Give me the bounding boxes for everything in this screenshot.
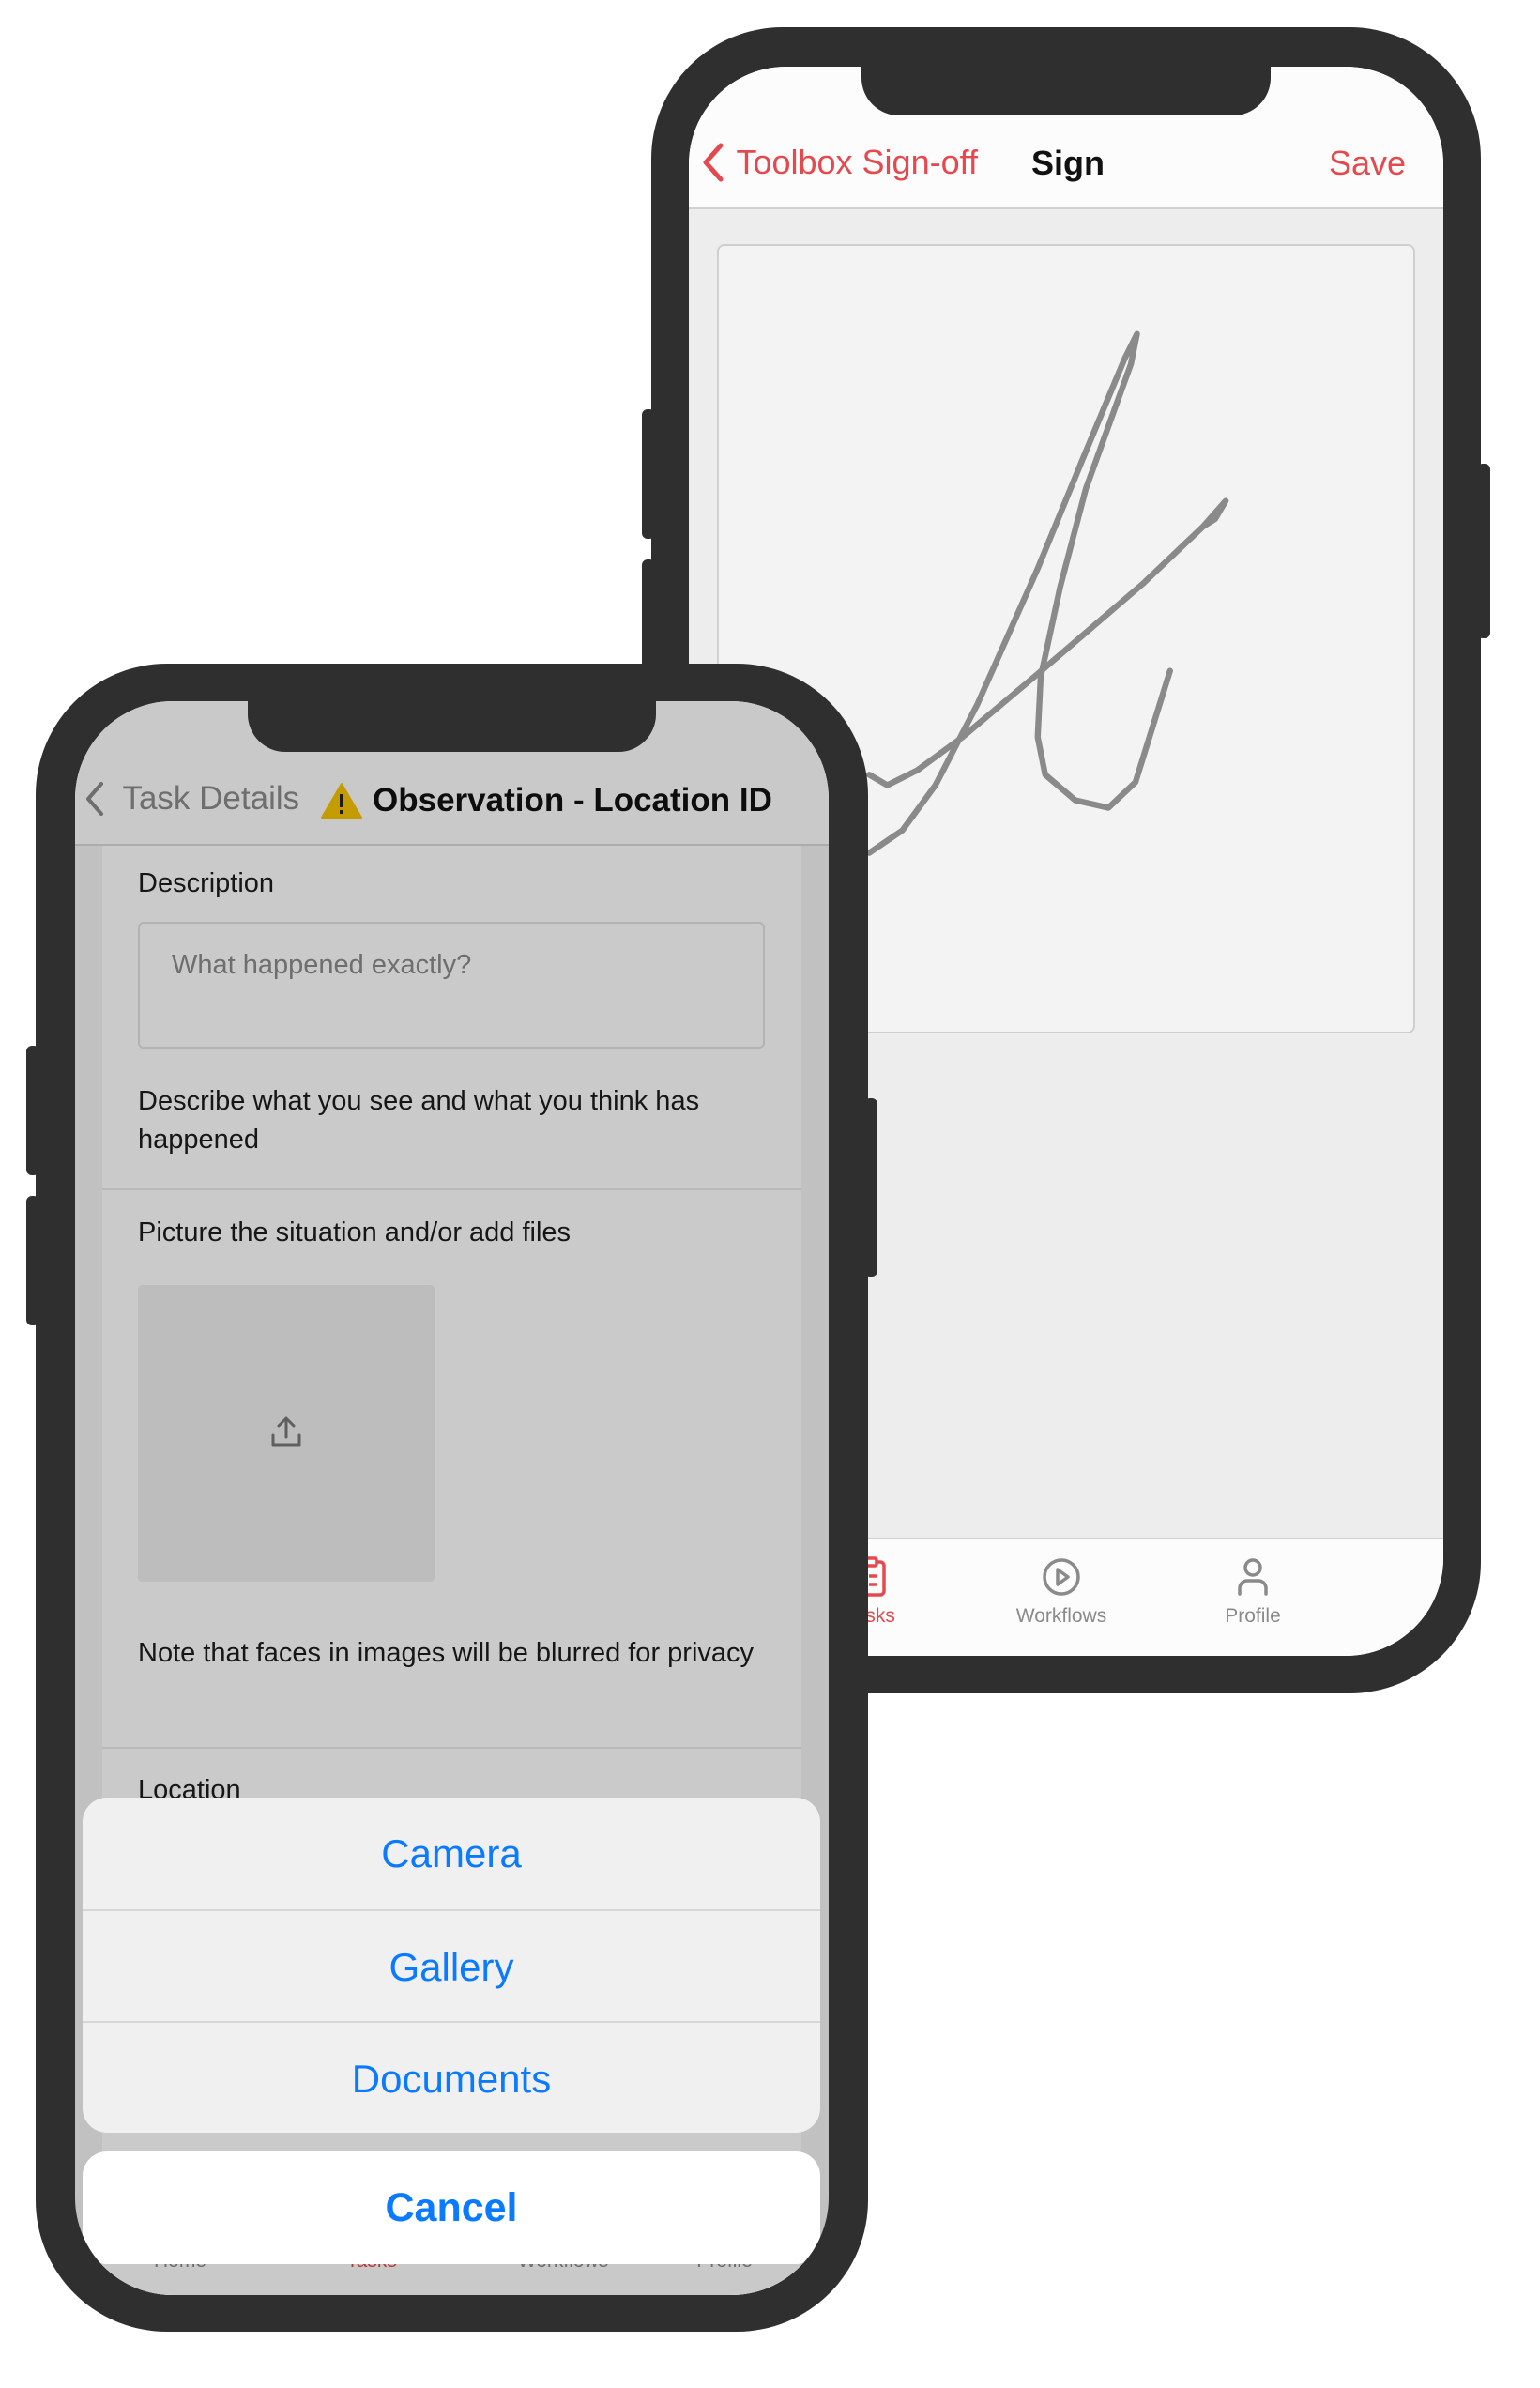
cancel-button[interactable]: Cancel <box>83 2151 820 2264</box>
documents-option[interactable]: Documents <box>83 2021 820 2133</box>
notch <box>248 695 656 752</box>
action-sheet: Camera Gallery Documents <box>83 1798 820 2133</box>
camera-option[interactable]: Camera <box>83 1798 820 1909</box>
gallery-option[interactable]: Gallery <box>83 1909 820 2023</box>
observation-screen: Task Details Observation - Location ID D… <box>75 701 829 2295</box>
